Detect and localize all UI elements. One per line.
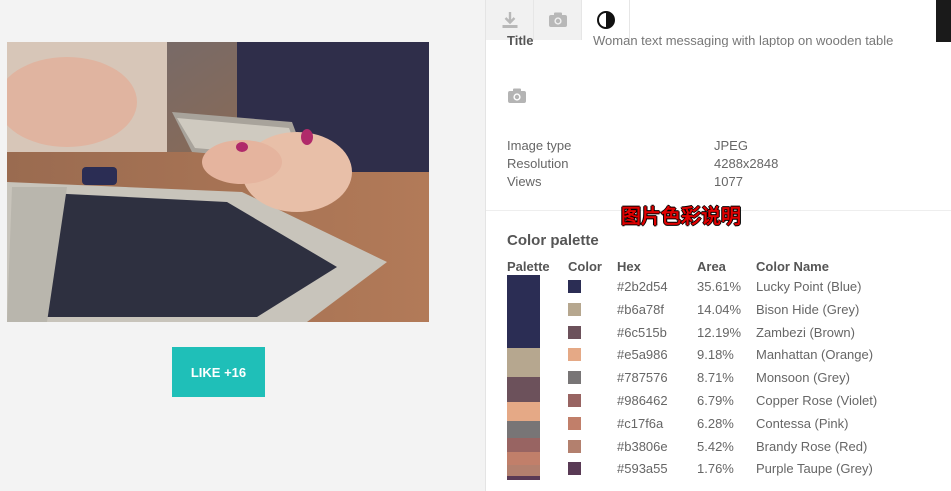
header-color-name: Color Name bbox=[756, 259, 829, 274]
camera-icon bbox=[548, 12, 567, 27]
palette-row[interactable]: #b6a78f 14.04% Bison Hide (Grey) bbox=[486, 300, 951, 322]
color-name: Lucky Point (Blue) bbox=[756, 279, 862, 294]
palette-row[interactable]: #6c515b 12.19% Zambezi (Brown) bbox=[486, 323, 951, 345]
color-name: Monsoon (Grey) bbox=[756, 370, 850, 386]
color-name: Bison Hide (Grey) bbox=[756, 301, 860, 317]
views-value: 1077 bbox=[714, 174, 743, 189]
color-swatch bbox=[568, 394, 581, 407]
hex-value: #593a55 bbox=[617, 461, 668, 477]
header-palette: Palette bbox=[507, 259, 550, 274]
palette-title: Color palette bbox=[507, 232, 599, 249]
header-hex: Hex bbox=[617, 259, 641, 274]
color-name: Manhattan (Orange) bbox=[756, 347, 874, 363]
color-name: Zambezi (Brown) bbox=[756, 324, 855, 340]
header-area: Area bbox=[697, 259, 726, 274]
area-value: 9.18% bbox=[697, 347, 734, 363]
download-icon bbox=[502, 12, 517, 28]
title-row: Title Woman text messaging with laptop o… bbox=[507, 33, 927, 47]
resolution-row: Resolution 4288x2848 bbox=[507, 156, 778, 171]
title-value: Woman text messaging with laptop on wood… bbox=[593, 33, 894, 47]
hex-value: #2b2d54 bbox=[617, 279, 668, 294]
resolution-label: Resolution bbox=[507, 156, 569, 171]
color-name: Purple Taupe (Grey) bbox=[756, 461, 873, 477]
details-panel: Title Woman text messaging with laptop o… bbox=[485, 0, 951, 491]
annotation-label: 图片色彩说明 bbox=[621, 206, 741, 228]
views-label: Views bbox=[507, 174, 542, 189]
color-name: Contessa (Pink) bbox=[756, 415, 849, 431]
hex-value: #787576 bbox=[617, 370, 668, 386]
color-swatch bbox=[568, 462, 581, 476]
palette-row[interactable]: #2b2d54 35.61% Lucky Point (Blue) bbox=[486, 277, 951, 299]
image-type-label: Image type bbox=[507, 138, 572, 153]
area-value: 5.42% bbox=[697, 438, 734, 454]
area-value: 8.71% bbox=[697, 370, 734, 386]
color-swatch bbox=[568, 371, 581, 385]
hex-value: #b3806e bbox=[617, 438, 668, 454]
color-swatch bbox=[568, 416, 581, 430]
palette-row[interactable]: #e5a986 9.18% Manhattan (Orange) bbox=[486, 345, 951, 367]
color-swatch bbox=[568, 325, 581, 339]
corner-bar bbox=[936, 0, 951, 42]
palette-row[interactable]: #b3806e 5.42% Brandy Rose (Red) bbox=[486, 437, 951, 459]
color-swatch bbox=[568, 280, 581, 293]
color-swatch bbox=[568, 348, 581, 362]
image-type-value: JPEG bbox=[714, 138, 748, 153]
hex-value: #6c515b bbox=[617, 324, 667, 340]
resolution-value: 4288x2848 bbox=[714, 156, 779, 171]
hex-value: #e5a986 bbox=[617, 347, 668, 363]
area-value: 14.04% bbox=[697, 301, 742, 317]
palette-row[interactable]: #c17f6a 6.28% Contessa (Pink) bbox=[486, 414, 951, 436]
contrast-icon bbox=[596, 11, 615, 29]
hex-value: #b6a78f bbox=[617, 301, 664, 317]
area-value: 35.61% bbox=[697, 279, 742, 294]
title-label: Title bbox=[507, 33, 534, 47]
area-value: 1.76% bbox=[697, 461, 734, 477]
area-value: 12.19% bbox=[697, 324, 742, 340]
palette-row[interactable]: #593a55 1.76% Purple Taupe (Grey) bbox=[486, 459, 951, 481]
image-type-row: Image type JPEG bbox=[507, 138, 748, 153]
header-color: Color bbox=[568, 259, 602, 274]
photo-image bbox=[7, 42, 429, 322]
color-swatch bbox=[568, 302, 581, 316]
photo[interactable] bbox=[7, 42, 429, 322]
like-button[interactable]: LIKE +16 bbox=[172, 347, 265, 397]
palette-row[interactable]: #986462 6.79% Copper Rose (Violet) bbox=[486, 391, 951, 413]
area-value: 6.28% bbox=[697, 415, 734, 431]
area-value: 6.79% bbox=[697, 393, 734, 408]
color-name: Brandy Rose (Red) bbox=[756, 438, 868, 454]
color-swatch bbox=[568, 439, 581, 453]
camera-icon bbox=[508, 88, 526, 103]
color-name: Copper Rose (Violet) bbox=[756, 393, 878, 408]
palette-row[interactable]: #787576 8.71% Monsoon (Grey) bbox=[486, 368, 951, 390]
hex-value: #c17f6a bbox=[617, 415, 664, 431]
views-row: Views 1077 bbox=[507, 174, 743, 189]
hex-value: #986462 bbox=[617, 393, 668, 408]
